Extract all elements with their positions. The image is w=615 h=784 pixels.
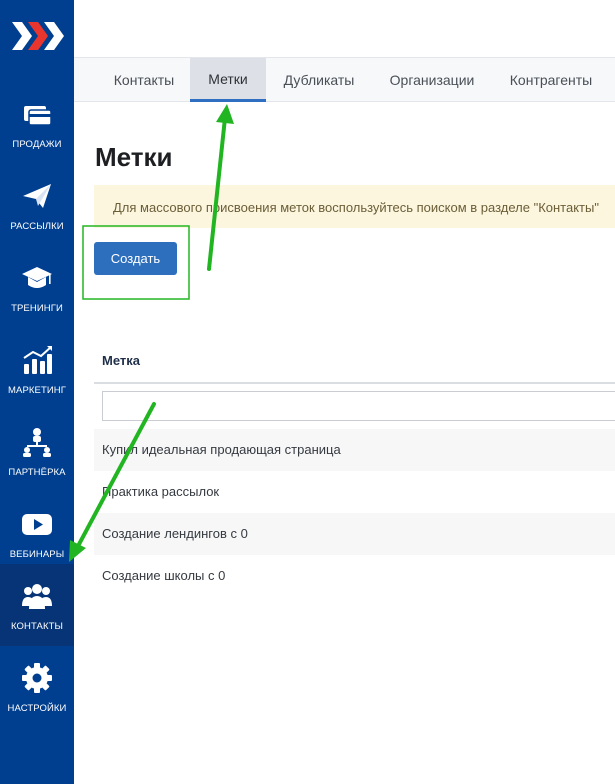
info-notice: Для массового присвоения меток воспользу… <box>94 185 615 228</box>
tag-name[interactable]: Создание лендингов с 0 <box>102 526 248 541</box>
tab-counterparties[interactable]: Контрагенты <box>492 58 610 102</box>
tab-tags[interactable]: Метки <box>190 58 266 102</box>
sidebar-item-label: НАСТРОЙКИ <box>7 703 67 714</box>
table-row[interactable]: Создание лендингов с 0 <box>94 513 615 555</box>
column-header-tag[interactable]: Метка <box>102 353 140 368</box>
sidebar-item-marketing[interactable]: МАРКЕТИНГ <box>0 328 74 410</box>
table-row[interactable]: Создание школы с 0 <box>94 555 615 597</box>
annotation-arrowhead-up <box>216 104 234 124</box>
tab-bar: Контакты Метки Дубликаты Организации Кон… <box>74 58 615 102</box>
tab-organizations[interactable]: Организации <box>372 58 492 102</box>
sidebar-item-label: ВЕБИНАРЫ <box>9 549 65 560</box>
logo-chevrons-icon[interactable] <box>10 16 64 56</box>
sidebar-item-label: ПРОДАЖИ <box>12 139 62 150</box>
page-title: Метки <box>95 142 173 172</box>
header-divider <box>94 382 615 384</box>
users-icon <box>22 584 52 609</box>
sidebar-item-partners[interactable]: ПАРТНЁРКА <box>0 410 74 492</box>
network-people-icon <box>23 428 51 457</box>
sidebar: ПРОДАЖИ РАССЫЛКИ ТРЕНИНГИ МАРКЕТИНГ ПАРТ… <box>0 0 74 784</box>
top-header <box>74 0 615 58</box>
sidebar-item-label: ПАРТНЁРКА <box>8 467 66 478</box>
graduation-cap-icon <box>22 267 52 288</box>
play-button-icon <box>22 514 52 535</box>
gear-icon <box>22 663 52 693</box>
tag-filter-input[interactable] <box>102 391 615 421</box>
table-row[interactable]: Купил идеальная продающая страница <box>94 429 615 471</box>
sidebar-item-label: РАССЫЛКИ <box>10 221 64 232</box>
tab-contacts[interactable]: Контакты <box>98 58 190 102</box>
tag-name[interactable]: Создание школы с 0 <box>102 568 225 583</box>
sidebar-item-sales[interactable]: ПРОДАЖИ <box>0 82 74 164</box>
tab-duplicates[interactable]: Дубликаты <box>266 58 372 102</box>
sidebar-item-mailings[interactable]: РАССЫЛКИ <box>0 164 74 246</box>
table-row[interactable]: Практика рассылок <box>94 471 615 513</box>
notice-text: Для массового присвоения меток воспользу… <box>113 200 599 215</box>
sidebar-item-settings[interactable]: НАСТРОЙКИ <box>0 646 74 728</box>
sidebar-item-label: ТРЕНИНГИ <box>11 303 63 314</box>
sidebar-item-trainings[interactable]: ТРЕНИНГИ <box>0 246 74 328</box>
sidebar-item-label: КОНТАКТЫ <box>10 621 64 632</box>
credit-cards-icon <box>24 106 52 126</box>
growth-chart-icon <box>23 346 52 374</box>
sidebar-item-label: МАРКЕТИНГ <box>8 385 66 396</box>
sidebar-item-contacts[interactable]: КОНТАКТЫ <box>0 564 74 646</box>
paper-plane-icon <box>23 184 51 208</box>
tag-name[interactable]: Практика рассылок <box>102 484 219 499</box>
tag-name[interactable]: Купил идеальная продающая страница <box>102 442 341 457</box>
sidebar-item-webinars[interactable]: ВЕБИНАРЫ <box>0 492 74 574</box>
create-button[interactable]: Создать <box>94 242 177 275</box>
